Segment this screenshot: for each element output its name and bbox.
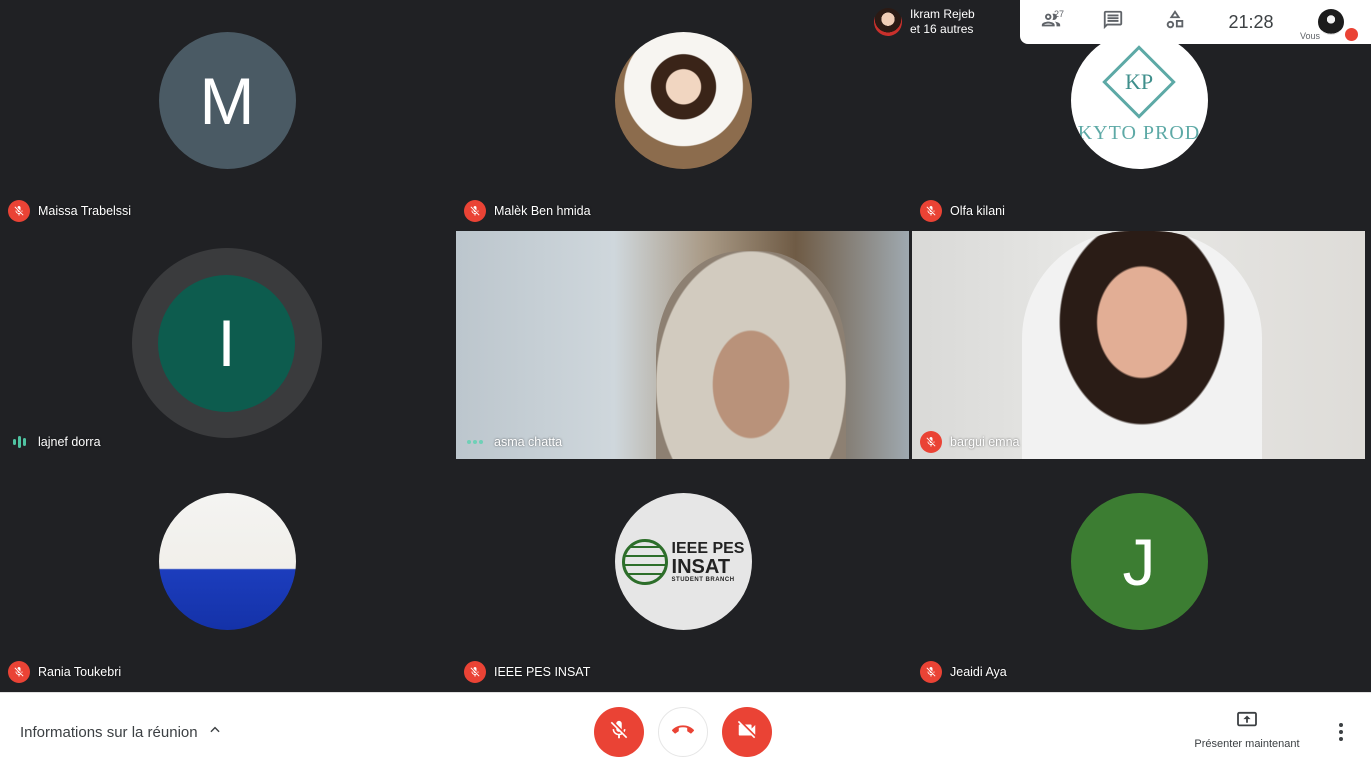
people-button[interactable]: 27 bbox=[1020, 0, 1082, 44]
participant-name: IEEE PES INSAT bbox=[494, 665, 591, 679]
participant-name: bargui emna bbox=[950, 435, 1020, 449]
participant-avatar: J bbox=[1070, 493, 1208, 630]
participant-tile[interactable]: IEEE PES INSAT STUDENT BRANCH IEEE PES I… bbox=[456, 461, 909, 689]
activities-button[interactable] bbox=[1144, 0, 1206, 44]
participant-name-bar: Maissa Trabelssi bbox=[8, 200, 131, 222]
ieee-pes-logo: IEEE PES INSAT STUDENT BRANCH bbox=[614, 493, 752, 630]
meeting-info-button[interactable]: Informations sur la réunion bbox=[20, 723, 222, 741]
camera-toggle-button[interactable] bbox=[722, 707, 772, 757]
hang-up-button[interactable] bbox=[658, 707, 708, 757]
participant-name-bar: Rania Toukebri bbox=[8, 661, 121, 683]
mic-off-icon bbox=[920, 431, 942, 453]
participant-count: 27 bbox=[1054, 9, 1065, 19]
mic-off-icon bbox=[464, 200, 486, 222]
self-label: Vous bbox=[1300, 31, 1321, 41]
participant-video bbox=[456, 231, 909, 459]
participant-name-bar: Malèk Ben hmida bbox=[464, 200, 591, 222]
mic-off-icon bbox=[8, 661, 30, 683]
participant-name-bar: bargui emna bbox=[920, 431, 1020, 453]
chat-button[interactable] bbox=[1082, 0, 1144, 44]
participant-name: Malèk Ben hmida bbox=[494, 204, 591, 218]
participant-name: Olfa kilani bbox=[950, 204, 1005, 218]
more-vert-icon bbox=[1339, 723, 1343, 727]
participant-name: asma chatta bbox=[494, 435, 563, 449]
participant-name-bar: IEEE PES INSAT bbox=[464, 661, 590, 683]
participant-video-tile[interactable]: bargui emna bbox=[912, 231, 1365, 459]
shield-icon: KP bbox=[1102, 45, 1176, 119]
avatar bbox=[1318, 9, 1344, 35]
participant-tile[interactable]: J Jeaidi Aya bbox=[912, 461, 1365, 689]
present-label: Présenter maintenant bbox=[1194, 738, 1300, 750]
mic-off-icon bbox=[8, 200, 30, 222]
present-screen-icon bbox=[1236, 711, 1258, 732]
chevron-up-icon bbox=[208, 723, 222, 741]
participant-avatar: M bbox=[158, 32, 296, 169]
mic-off-icon bbox=[920, 200, 942, 222]
participant-tile[interactable]: I lajnef dorra bbox=[0, 231, 453, 459]
participant-photo bbox=[158, 493, 296, 630]
kyto-prod-logo: KP KYTO PROD bbox=[1070, 32, 1208, 169]
clock: 21:28 bbox=[1228, 11, 1274, 32]
mic-off-icon bbox=[608, 719, 630, 746]
participant-tile[interactable]: M Maissa Trabelssi bbox=[0, 0, 453, 228]
chip-others: et 16 autres bbox=[910, 22, 974, 36]
participant-name: lajnef dorra bbox=[38, 435, 101, 449]
top-bar: Ikram Rejeb et 16 autres 27 21:28 Vous bbox=[868, 0, 1371, 44]
participant-name-bar: lajnef dorra bbox=[8, 431, 101, 453]
video-grid: M Maissa Trabelssi Malèk Ben hmida KP KY… bbox=[0, 0, 1371, 692]
mic-off-icon bbox=[1345, 28, 1358, 41]
participant-video-tile[interactable]: asma chatta bbox=[456, 231, 909, 459]
participant-name: Jeaidi Aya bbox=[950, 665, 1007, 679]
participant-name: Maissa Trabelssi bbox=[38, 204, 132, 218]
participant-name-bar: asma chatta bbox=[464, 431, 562, 453]
speaking-ring: I bbox=[131, 248, 322, 438]
participant-photo bbox=[614, 32, 752, 169]
self-view[interactable]: Vous bbox=[1296, 0, 1360, 44]
present-now-button[interactable]: Présenter maintenant bbox=[1186, 711, 1308, 750]
chip-name: Ikram Rejeb bbox=[910, 7, 975, 21]
shapes-icon bbox=[1164, 9, 1186, 36]
meeting-info-label: Informations sur la réunion bbox=[20, 723, 198, 741]
phone-hangup-icon bbox=[672, 719, 694, 746]
participant-tile[interactable]: Rania Toukebri bbox=[0, 461, 453, 689]
more-options-button[interactable] bbox=[1330, 719, 1352, 745]
mic-off-icon bbox=[464, 661, 486, 683]
participant-name-bar: Jeaidi Aya bbox=[920, 661, 1007, 683]
participant-video bbox=[912, 231, 1365, 459]
chat-icon bbox=[1102, 9, 1124, 36]
mic-off-icon bbox=[920, 661, 942, 683]
speaking-icon bbox=[8, 431, 30, 453]
camera-off-icon bbox=[736, 719, 758, 746]
participant-name-bar: Olfa kilani bbox=[920, 200, 1005, 222]
microphone-toggle-button[interactable] bbox=[594, 707, 644, 757]
participants-chip[interactable]: Ikram Rejeb et 16 autres bbox=[868, 0, 1020, 44]
participant-avatar: I bbox=[158, 274, 295, 412]
globe-icon bbox=[621, 538, 668, 585]
avatar bbox=[874, 8, 902, 36]
participant-name: Rania Toukebri bbox=[38, 665, 122, 679]
more-dots-icon bbox=[464, 431, 486, 453]
participant-tile[interactable]: Malèk Ben hmida bbox=[456, 0, 909, 228]
bottom-bar: Informations sur la réunion Présenter ma… bbox=[0, 692, 1371, 771]
top-controls: 27 21:28 Vous bbox=[1020, 0, 1371, 44]
